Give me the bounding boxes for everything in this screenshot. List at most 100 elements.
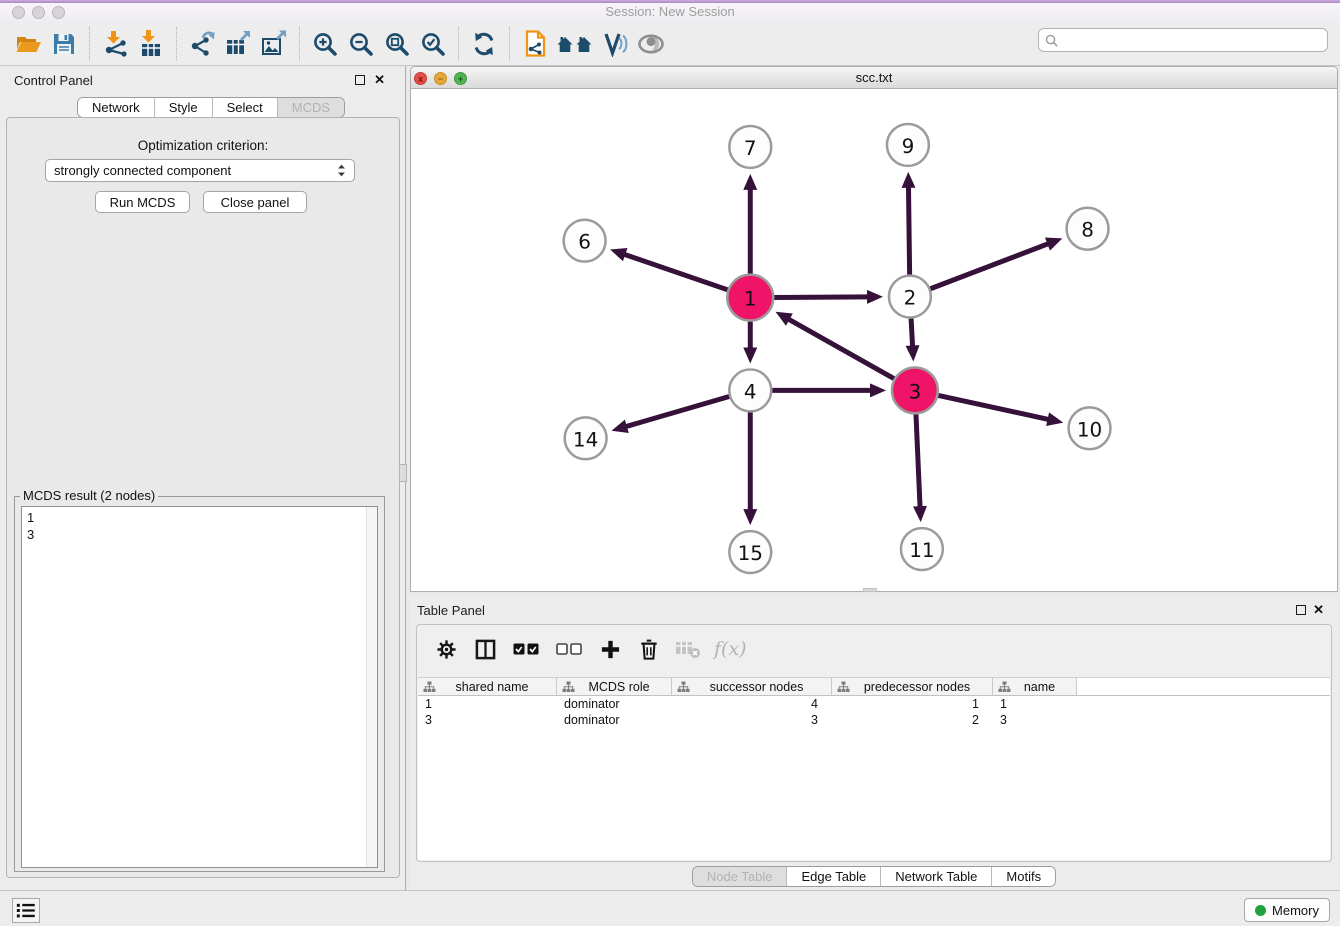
export-table-button[interactable]	[220, 26, 256, 62]
function-builder-button[interactable]: f(x)	[714, 638, 747, 660]
edge-2-3[interactable]	[911, 319, 913, 348]
table-tab-network-table[interactable]: Network Table	[881, 867, 992, 886]
network-window-title: scc.txt	[411, 70, 1337, 85]
eye-icon	[636, 33, 666, 55]
network-canvas[interactable]: 7968124314101511	[411, 89, 1337, 592]
graph-node-label: 14	[573, 427, 598, 451]
graph-node-label: 10	[1077, 417, 1102, 441]
task-history-button[interactable]	[12, 898, 40, 923]
close-table-panel-icon[interactable]: ✕	[1313, 602, 1324, 618]
graph-node-label: 3	[909, 379, 922, 403]
table-toolbar: f(x)	[417, 625, 1331, 673]
edge-1-2[interactable]	[774, 297, 869, 298]
table-tab-motifs[interactable]: Motifs	[992, 867, 1055, 886]
edge-3-10[interactable]	[938, 395, 1049, 419]
table-cell: 3	[672, 712, 832, 728]
table-row[interactable]: 1dominator411	[418, 696, 1330, 712]
close-panel-button[interactable]: Close panel	[203, 191, 307, 213]
float-panel-icon[interactable]	[355, 75, 365, 85]
import-network-icon	[102, 30, 129, 57]
toolbar-separator	[299, 27, 300, 61]
column-header-successor-nodes[interactable]: successor nodes	[672, 678, 832, 695]
zoom-selected-icon	[420, 31, 446, 57]
export-network-button[interactable]	[184, 26, 220, 62]
column-header-name[interactable]: name	[993, 678, 1077, 695]
edge-2-9[interactable]	[908, 186, 909, 275]
table-tab-node-table[interactable]: Node Table	[693, 867, 788, 886]
gear-icon	[436, 639, 457, 660]
create-column-button[interactable]	[595, 634, 625, 664]
select-all-columns-button[interactable]	[509, 634, 543, 664]
zoom-in-icon	[312, 31, 338, 57]
edge-1-6[interactable]	[623, 254, 727, 290]
delete-table-button[interactable]	[673, 634, 703, 664]
delete-column-button[interactable]	[634, 634, 664, 664]
search-icon	[1045, 34, 1058, 47]
dropdown-value: strongly connected component	[54, 163, 337, 178]
edge-arrowhead	[870, 383, 886, 397]
optimization-criterion-label: Optimization criterion:	[7, 138, 399, 153]
unselect-all-columns-button[interactable]	[552, 634, 586, 664]
tab-mcds[interactable]: MCDS	[278, 98, 344, 117]
network-window-titlebar: x − + scc.txt	[411, 67, 1337, 89]
columns-icon	[475, 639, 496, 660]
column-header-shared-name[interactable]: shared name	[418, 678, 557, 695]
save-session-button[interactable]	[46, 26, 82, 62]
zoom-out-button[interactable]	[343, 26, 379, 62]
tab-style[interactable]: Style	[155, 98, 213, 117]
show-column-panel-button[interactable]	[470, 634, 500, 664]
edge-3-1[interactable]	[788, 319, 894, 379]
edge-3-11[interactable]	[916, 414, 920, 508]
memory-button[interactable]: Memory	[1244, 898, 1330, 922]
network-from-file-button[interactable]	[517, 26, 553, 62]
table-panel-header: Table Panel ✕	[410, 596, 1338, 624]
network-resize-grip[interactable]	[863, 588, 877, 592]
table-settings-button[interactable]	[431, 634, 461, 664]
mcds-result-groupbox: MCDS result (2 nodes) 1 3	[14, 496, 385, 872]
column-type-icon	[423, 681, 436, 693]
first-neighbors-button[interactable]	[553, 26, 597, 62]
zoom-selected-button[interactable]	[415, 26, 451, 62]
checked-boxes-icon	[513, 642, 540, 656]
import-table-button[interactable]	[133, 26, 169, 62]
table-tab-edge-table[interactable]: Edge Table	[787, 867, 881, 886]
search-box	[1038, 28, 1328, 52]
panel-splitter-handle[interactable]	[399, 464, 407, 482]
run-mcds-button[interactable]: Run MCDS	[95, 191, 190, 213]
import-table-icon	[138, 30, 164, 57]
table-tabs-wrap: Node TableEdge TableNetwork TableMotifs	[410, 866, 1338, 887]
show-hide-button[interactable]	[633, 26, 669, 62]
table-cell: dominator	[557, 712, 672, 728]
titlebar-accent	[0, 0, 1340, 3]
mcds-result-list[interactable]: 1 3	[21, 506, 378, 868]
table-row[interactable]: 3dominator323	[418, 712, 1330, 728]
edge-2-8[interactable]	[930, 243, 1049, 288]
import-network-button[interactable]	[97, 26, 133, 62]
optimization-criterion-dropdown[interactable]: strongly connected component	[45, 159, 355, 182]
search-input[interactable]	[1063, 33, 1321, 47]
open-session-button[interactable]	[10, 26, 46, 62]
unchecked-boxes-icon	[556, 642, 583, 656]
document-network-icon	[523, 30, 548, 57]
zoom-fit-button[interactable]	[379, 26, 415, 62]
vizmapper-button[interactable]	[597, 26, 633, 62]
application-window: Session: New Session	[0, 0, 1340, 926]
table-panel: Table Panel ✕	[410, 596, 1338, 890]
zoom-in-button[interactable]	[307, 26, 343, 62]
result-scrollbar[interactable]	[366, 507, 377, 867]
edge-arrowhead	[902, 172, 916, 188]
column-header-predecessor-nodes[interactable]: predecessor nodes	[832, 678, 993, 695]
tab-select[interactable]: Select	[213, 98, 278, 117]
float-table-panel-icon[interactable]	[1296, 605, 1306, 615]
tab-network[interactable]: Network	[78, 98, 155, 117]
edge-arrowhead	[610, 248, 627, 261]
graph-node-label: 8	[1081, 218, 1094, 242]
edge-arrowhead	[913, 506, 927, 522]
column-header-MCDS-role[interactable]: MCDS role	[557, 678, 672, 695]
edge-arrowhead	[867, 290, 883, 304]
refresh-network-button[interactable]	[466, 26, 502, 62]
close-panel-icon[interactable]: ✕	[374, 72, 385, 88]
edge-4-14[interactable]	[625, 397, 729, 427]
zoom-out-icon	[348, 31, 374, 57]
export-image-button[interactable]	[256, 26, 292, 62]
